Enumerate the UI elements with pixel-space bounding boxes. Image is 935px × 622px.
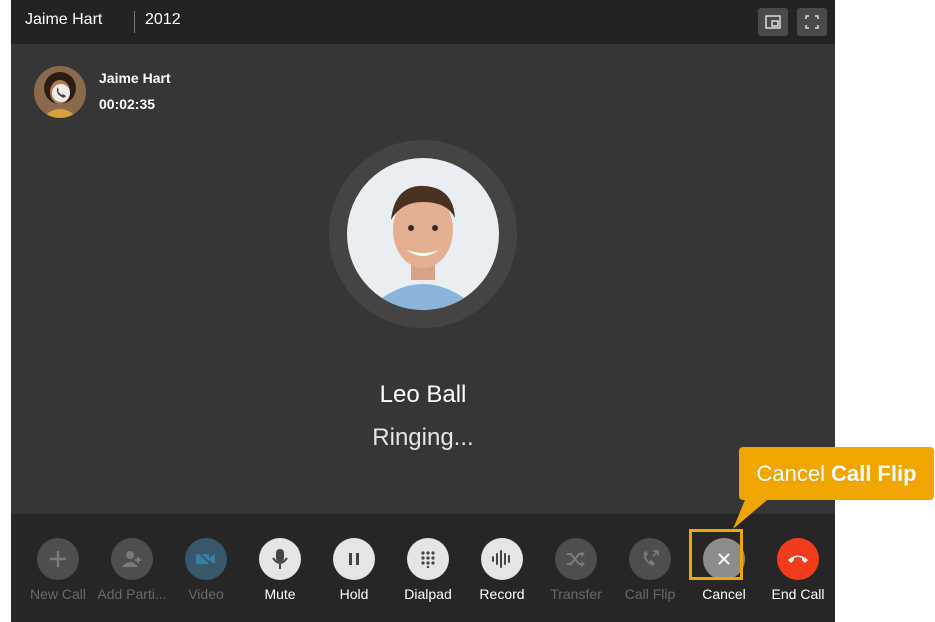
end-call-button[interactable]: End Call (761, 514, 835, 622)
picture-in-picture-button[interactable] (758, 8, 788, 36)
dialpad-icon (421, 551, 435, 568)
phone-flip-icon (643, 550, 659, 566)
pause-icon (349, 553, 359, 565)
record-label: Record (479, 586, 525, 602)
callout-pointer (733, 495, 773, 529)
title-bar: Jaime Hart 2012 (11, 0, 835, 44)
transfer-button[interactable]: Transfer (539, 514, 613, 622)
add-participant-label: Add Parti... (97, 586, 167, 602)
cancel-highlight-box (689, 529, 743, 580)
plus-icon (50, 551, 66, 567)
picture-in-picture-icon (765, 15, 781, 29)
call-flip-label: Call Flip (624, 586, 676, 602)
add-participant-button[interactable]: Add Parti... (95, 514, 169, 622)
new-call-label: New Call (29, 586, 86, 602)
call-duration: 00:02:35 (99, 96, 156, 112)
dialpad-button[interactable]: Dialpad (391, 514, 465, 622)
callee-avatar (347, 158, 499, 310)
shuffle-icon (567, 551, 585, 567)
cancel-label: Cancel (702, 586, 746, 602)
record-button[interactable]: Record (465, 514, 539, 622)
dialpad-label: Dialpad (404, 586, 452, 602)
current-caller-name: Jaime Hart (99, 70, 171, 86)
mute-button[interactable]: Mute (243, 514, 317, 622)
callout-emphasis: Call Flip (830, 460, 917, 486)
callout-prefix: Cancel (756, 460, 825, 486)
title-contact-name: Jaime Hart (25, 11, 103, 28)
video-button[interactable]: Video (169, 514, 243, 622)
video-off-icon (196, 550, 215, 568)
add-person-icon (122, 551, 141, 567)
end-call-label: End Call (771, 586, 825, 602)
waveform-icon (492, 550, 510, 568)
call-status: Ringing... (372, 424, 474, 451)
hold-label: Hold (339, 586, 369, 602)
title-extension: 2012 (145, 11, 181, 28)
fullscreen-button[interactable] (797, 8, 827, 36)
title-divider (134, 11, 135, 33)
hold-button[interactable]: Hold (317, 514, 391, 622)
fullscreen-icon (805, 15, 819, 29)
caller-avatar (34, 66, 86, 118)
new-call-button[interactable]: New Call (21, 514, 95, 622)
mute-label: Mute (264, 586, 296, 602)
microphone-icon (272, 549, 288, 569)
callout-annotation: Cancel Call Flip (739, 447, 934, 500)
transfer-label: Transfer (550, 586, 602, 602)
call-flip-button[interactable]: Call Flip (613, 514, 687, 622)
callee-name: Leo Ball (379, 381, 467, 408)
video-label: Video (188, 586, 224, 602)
hang-up-icon (788, 555, 808, 563)
phone-icon (52, 84, 70, 102)
